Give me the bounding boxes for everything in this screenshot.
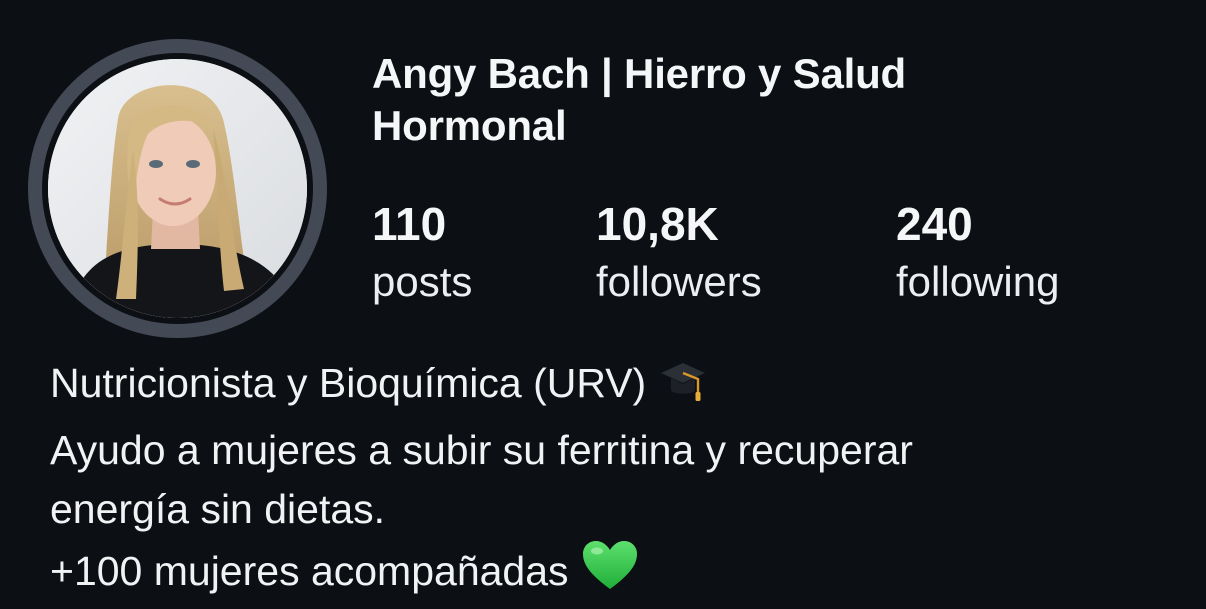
bio-line: Nutricionista y Bioquímica (URV) [50, 354, 1170, 421]
followers-count: 10,8K [596, 198, 719, 250]
following-count: 240 [896, 198, 973, 250]
display-name: Angy Bach | Hierro y Salud Hormonal [372, 50, 907, 149]
followers-label: followers [596, 258, 762, 305]
bio-line: Ayudo a mujeres a subir su ferritina y r… [50, 427, 913, 473]
posts-label: posts [372, 258, 473, 305]
stat-followers[interactable]: 10,8K followers [596, 196, 762, 310]
following-label: following [896, 258, 1060, 305]
bio-line: energía sin dietas. [50, 486, 386, 532]
stat-posts[interactable]: 110 posts [372, 196, 472, 310]
profile-photo [48, 59, 307, 318]
stat-following[interactable]: 240 following [896, 196, 1059, 310]
bio-line-text: +100 mujeres acompañadas [50, 548, 569, 594]
posts-count: 110 [372, 198, 447, 250]
graduation-cap-icon [658, 355, 708, 421]
green-heart-icon [581, 539, 639, 609]
bio-line-text: Nutricionista y Bioquímica (URV) [50, 360, 647, 406]
avatar[interactable] [48, 59, 307, 318]
bio-line: +100 mujeres acompañadas [50, 539, 1170, 609]
bio: Nutricionista y Bioquímica (URV) Ayudo a… [50, 354, 1170, 609]
